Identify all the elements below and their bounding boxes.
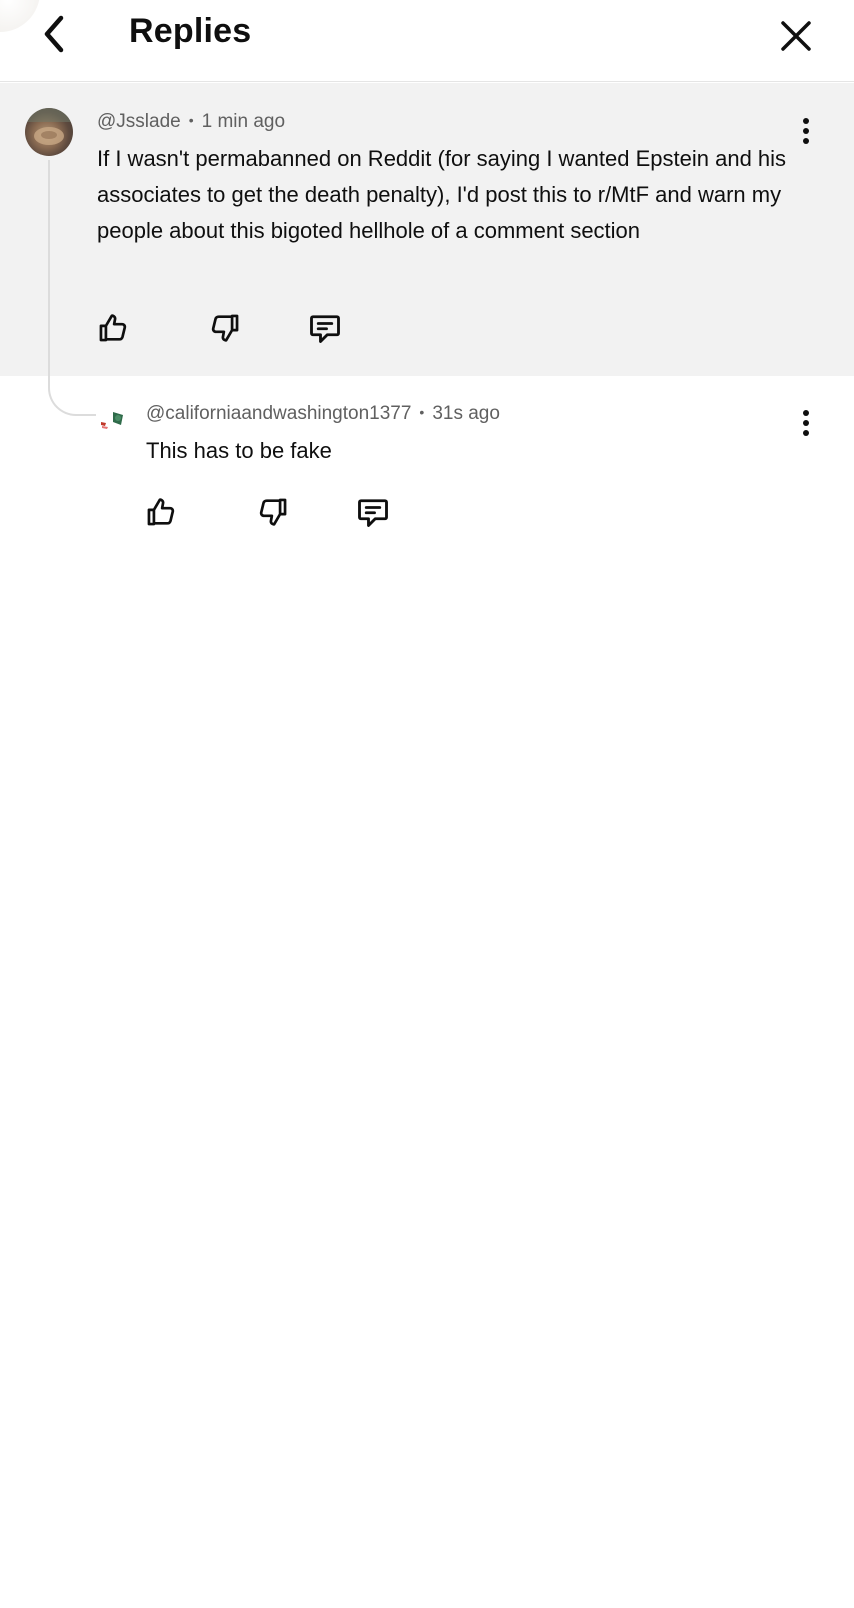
avatar-image — [101, 412, 123, 429]
comment-icon — [310, 315, 340, 343]
reply-button[interactable] — [353, 492, 393, 532]
close-button[interactable] — [772, 12, 820, 60]
avatar-image — [25, 108, 73, 145]
comment-time: 31s ago — [432, 403, 500, 424]
reply-button[interactable] — [305, 308, 345, 348]
more-vertical-icon — [803, 410, 809, 436]
thread-connector — [48, 160, 96, 416]
page-title: Replies — [129, 12, 252, 50]
back-button[interactable] — [30, 10, 78, 58]
dislike-button[interactable] — [205, 308, 245, 348]
like-button[interactable] — [93, 308, 133, 348]
parent-comment: @Jsslade • 1 min ago If I wasn't permabann… — [0, 83, 854, 376]
comment-time: 1 min ago — [201, 111, 286, 132]
thumbs-down-icon — [211, 314, 239, 342]
comment-text: This has to be fake — [146, 438, 332, 463]
separator-dot: • — [188, 112, 194, 128]
close-icon — [781, 21, 811, 51]
more-vertical-icon — [803, 118, 809, 144]
comment-author[interactable]: @californiaandwashington1377 — [146, 403, 411, 424]
replies-header: Replies — [0, 0, 854, 82]
separator-dot: • — [419, 404, 425, 420]
comment-meta: @Jsslade • 1 min ago — [97, 111, 285, 133]
thumbs-down-icon — [259, 498, 287, 526]
comment-author[interactable]: @Jsslade — [97, 111, 181, 132]
avatar[interactable] — [97, 406, 131, 440]
comment-text: If I wasn't permabanned on Reddit (for s… — [97, 146, 787, 243]
thumbs-up-icon — [99, 314, 127, 342]
more-options-button[interactable] — [790, 403, 822, 443]
dislike-button[interactable] — [253, 492, 293, 532]
avatar[interactable] — [25, 108, 73, 156]
thumbs-up-icon — [147, 498, 175, 526]
comment-meta: @californiaandwashington1377 • 31s ago — [146, 403, 500, 425]
like-button[interactable] — [141, 492, 181, 532]
chevron-left-icon — [44, 15, 64, 53]
comment-icon — [358, 499, 388, 527]
